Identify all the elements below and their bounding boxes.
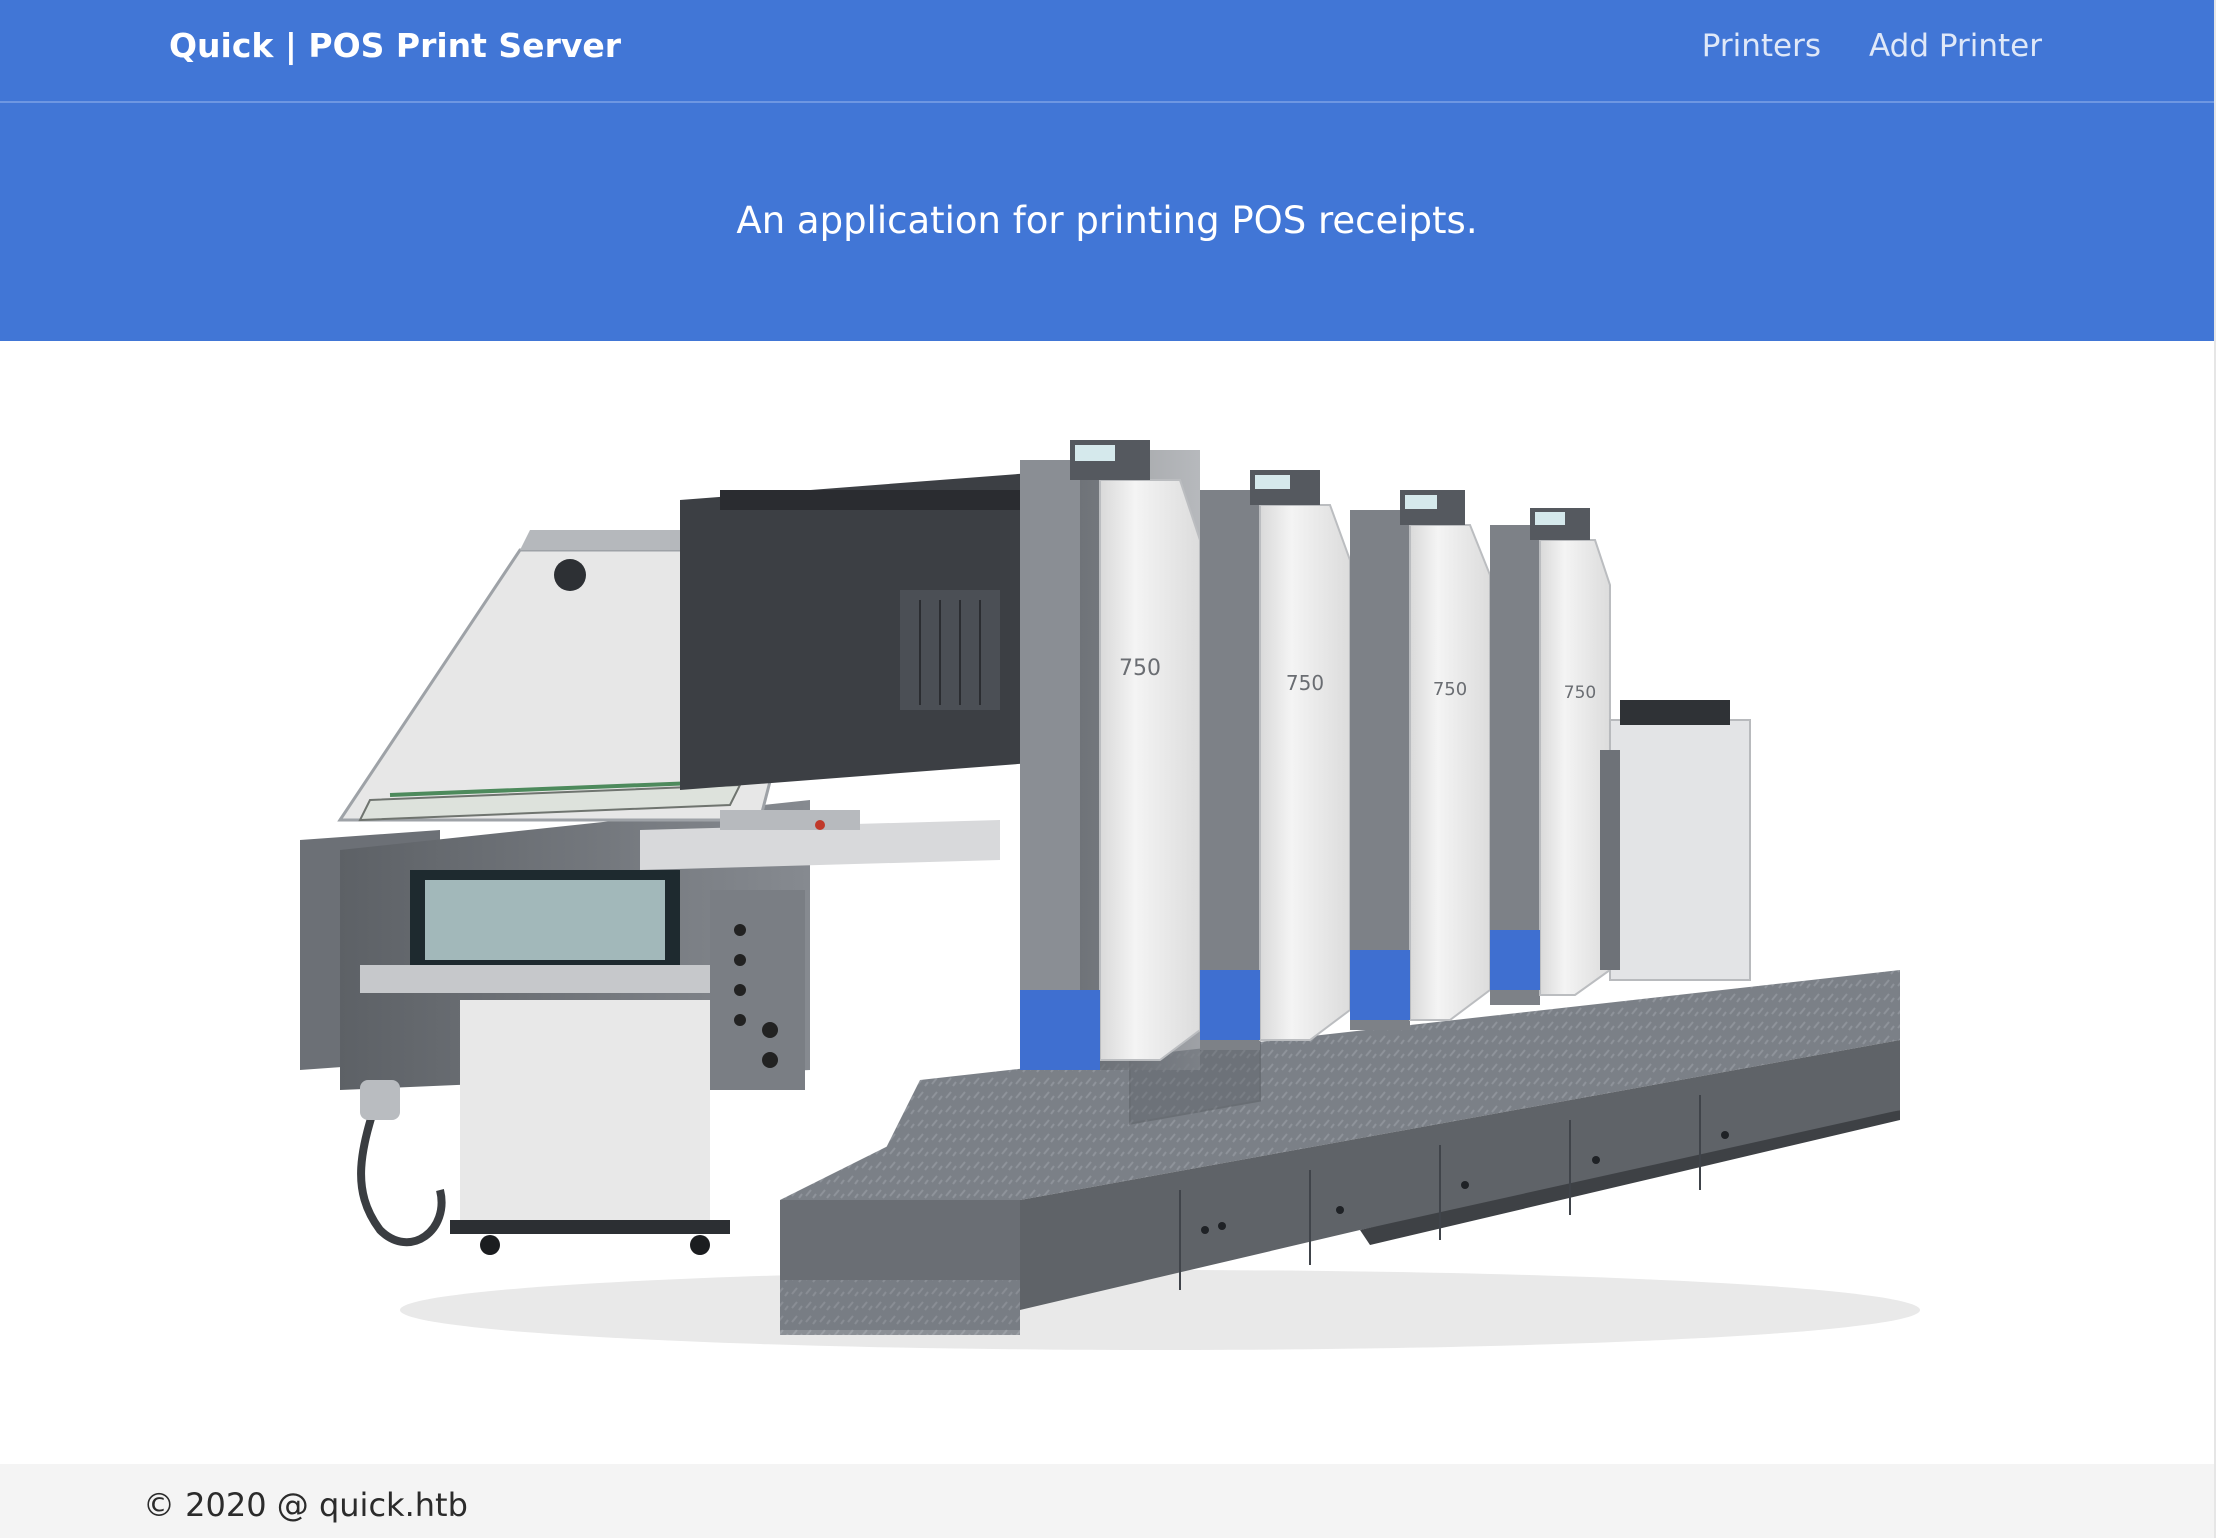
- nav-links: Printers Add Printer: [1702, 28, 2042, 64]
- brand-link[interactable]: Quick | POS Print Server: [169, 26, 621, 65]
- unit-2-label: 750: [1286, 671, 1324, 695]
- hero-banner: An application for printing POS receipts…: [0, 103, 2214, 341]
- top-navbar: Quick | POS Print Server Printers Add Pr…: [0, 0, 2214, 103]
- unit-1-label: 750: [1119, 656, 1161, 681]
- hero-tagline: An application for printing POS receipts…: [736, 199, 1478, 242]
- nav-link-printers[interactable]: Printers: [1702, 28, 1821, 64]
- page-footer: © 2020 @ quick.htb: [0, 1464, 2214, 1538]
- printing-press-image: 750 750 750 750: [300, 440, 1920, 1350]
- footer-copyright: © 2020 @ quick.htb: [143, 1486, 468, 1524]
- page: Quick | POS Print Server Printers Add Pr…: [0, 0, 2216, 1538]
- nav-link-add-printer[interactable]: Add Printer: [1869, 28, 2042, 64]
- unit-4-label: 750: [1564, 683, 1596, 703]
- unit-3-label: 750: [1433, 679, 1467, 700]
